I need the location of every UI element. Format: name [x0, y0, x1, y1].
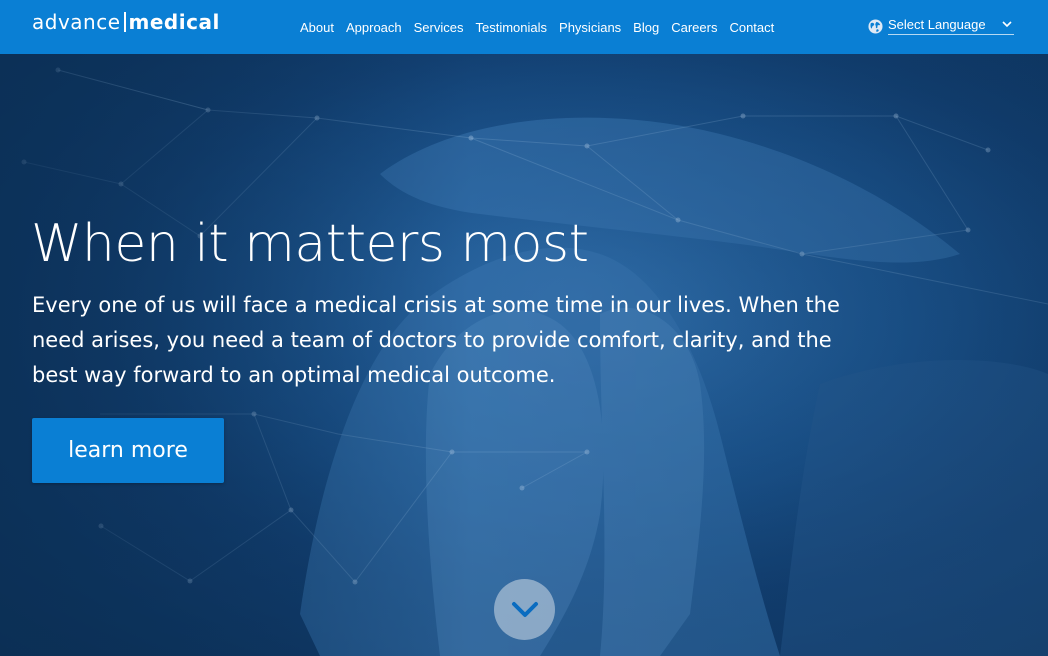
hero-section: When it matters most Every one of us wil…: [0, 54, 1048, 656]
nav-item-physicians[interactable]: Physicians: [559, 20, 621, 35]
nav-item-services[interactable]: Services: [414, 20, 464, 35]
learn-more-button[interactable]: learn more: [32, 418, 224, 483]
nav-item-about[interactable]: About: [300, 20, 334, 35]
nav-item-careers[interactable]: Careers: [671, 20, 717, 35]
hero-description: Every one of us will face a medical cris…: [32, 293, 840, 387]
nav-item-testimonials[interactable]: Testimonials: [476, 20, 548, 35]
site-logo[interactable]: advance medical: [32, 10, 220, 34]
site-header: advance medical About Approach Services …: [0, 0, 1048, 54]
language-selector: Select Language: [868, 17, 1014, 35]
language-dropdown-label: Select Language: [888, 17, 986, 32]
nav-item-blog[interactable]: Blog: [633, 20, 659, 35]
globe-icon: [868, 18, 883, 34]
chevron-down-icon: [511, 601, 538, 617]
hero-title: When it matters most: [31, 214, 589, 274]
nav-item-approach[interactable]: Approach: [346, 20, 402, 35]
logo-text-advance: advance: [32, 10, 121, 34]
scroll-down-button[interactable]: [494, 579, 555, 640]
logo-divider: [123, 12, 126, 32]
language-dropdown[interactable]: Select Language: [888, 17, 1014, 35]
logo-text-medical: medical: [128, 10, 220, 34]
main-nav: About Approach Services Testimonials Phy…: [294, 0, 780, 54]
chevron-down-icon: [1002, 21, 1012, 28]
nav-item-contact[interactable]: Contact: [729, 20, 774, 35]
